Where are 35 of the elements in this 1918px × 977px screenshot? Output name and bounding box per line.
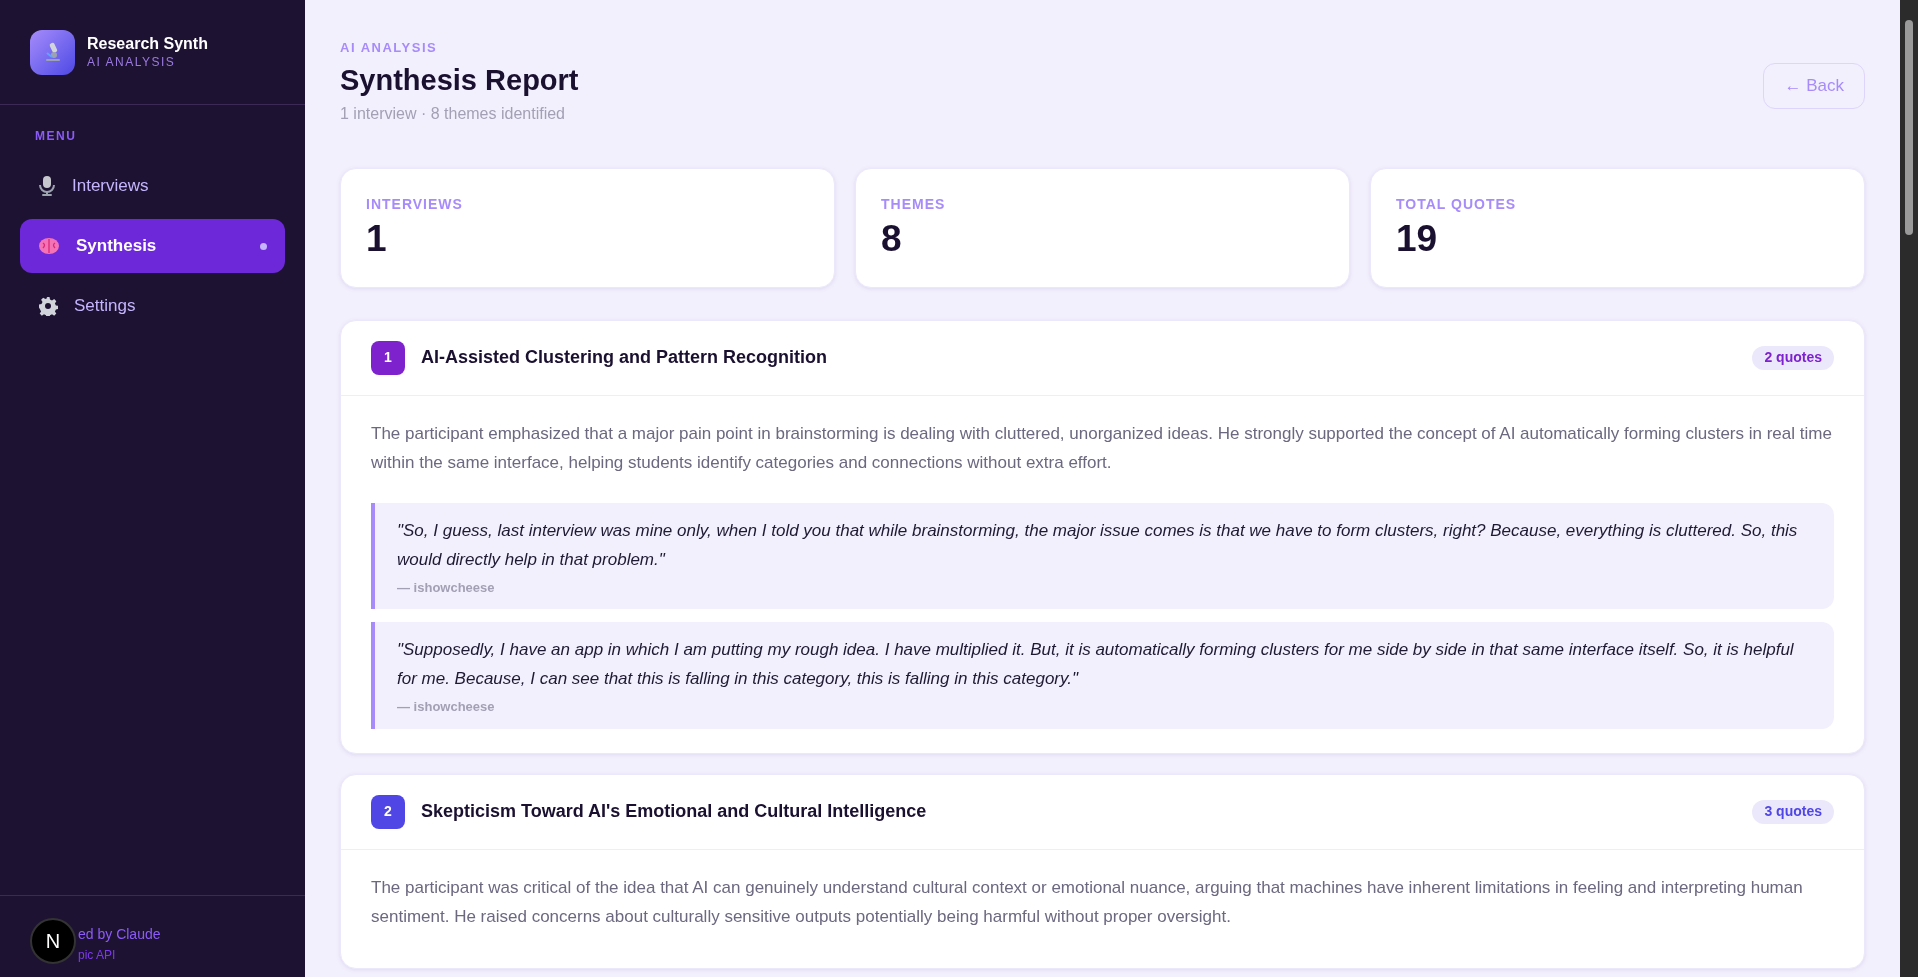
app-subtitle: AI ANALYSIS: [87, 54, 177, 70]
theme-number: 1: [371, 340, 405, 375]
stat-label: INTERVIEWS: [366, 194, 464, 214]
avatar-badge[interactable]: N: [30, 918, 76, 964]
quote-text: "So, I guess, last interview was mine only, when I told you that while brainstorming, the major issue comes is that we have to form clusters, right? Because, everything is cluttered. So, this would directly help in that problem.": [397, 519, 1799, 571]
stat-label: TOTAL QUOTES: [1396, 194, 1518, 214]
theme-number: 2: [371, 794, 405, 829]
quote-author: — ishowcheese: [397, 578, 496, 597]
page-subtitle: 1 interview · 8 themes identified: [340, 103, 566, 124]
page-eyebrow: AI ANALYSIS: [340, 39, 439, 57]
microphone-icon: [38, 175, 56, 197]
stat-value: 19: [1396, 216, 1439, 261]
quote-count: 3 quotes: [1752, 799, 1834, 824]
scrollbar[interactable]: [1900, 0, 1918, 977]
stat-value: 1: [366, 216, 388, 261]
footer-text: pic API: [78, 947, 116, 964]
sidebar-item[interactable]: Synthesis: [20, 219, 285, 273]
theme-title: Skepticism Toward AI's Emotional and Cultural Intelligence: [421, 800, 928, 823]
page-title: Synthesis Report: [340, 62, 579, 98]
stat-value: 8: [881, 216, 903, 261]
theme-summary: The participant was critical of the idea that AI can genuinely understand cultural context or emotional nuance, arguing that machines have inherent limitations in feeling and interpreting human sentiment. He raised concerns about culturally sensitive outputs potentially being harmful without proper oversight.: [371, 876, 1804, 928]
quote-count: 2 quotes: [1752, 345, 1834, 370]
quote-text: "Supposedly, I have an app in which I am putting my rough idea. I have multiplied it. But, it is automatically forming clusters for me side by side in that same interface itself. So, it is helpful for me. Because, I can see that this is falling in this category, this is falling in this category.": [397, 639, 1795, 690]
microscope-logo-icon: [30, 29, 75, 75]
theme-summary: The participant emphasized that a major pain point in brainstorming is dealing with cluttered, unorganized ideas. He strongly supported the concept of AI automatically forming clusters in real time within the same interface, helping students identify categories and connections without extra effort.: [371, 422, 1833, 474]
theme-title: AI-Assisted Clustering and Pattern Recognition: [421, 346, 829, 369]
sidebar-item[interactable]: Settings: [20, 279, 285, 333]
gear-icon: [38, 296, 58, 316]
sidebar-item[interactable]: Interviews: [20, 159, 285, 213]
stat-label: THEMES: [881, 194, 947, 214]
quote-author: — ishowcheese: [397, 698, 496, 716]
footer-text: ed by Claude: [78, 925, 161, 944]
app-title: Research Synth: [87, 34, 208, 54]
brain-icon: [38, 237, 60, 255]
menu-heading: MENU: [35, 128, 78, 145]
